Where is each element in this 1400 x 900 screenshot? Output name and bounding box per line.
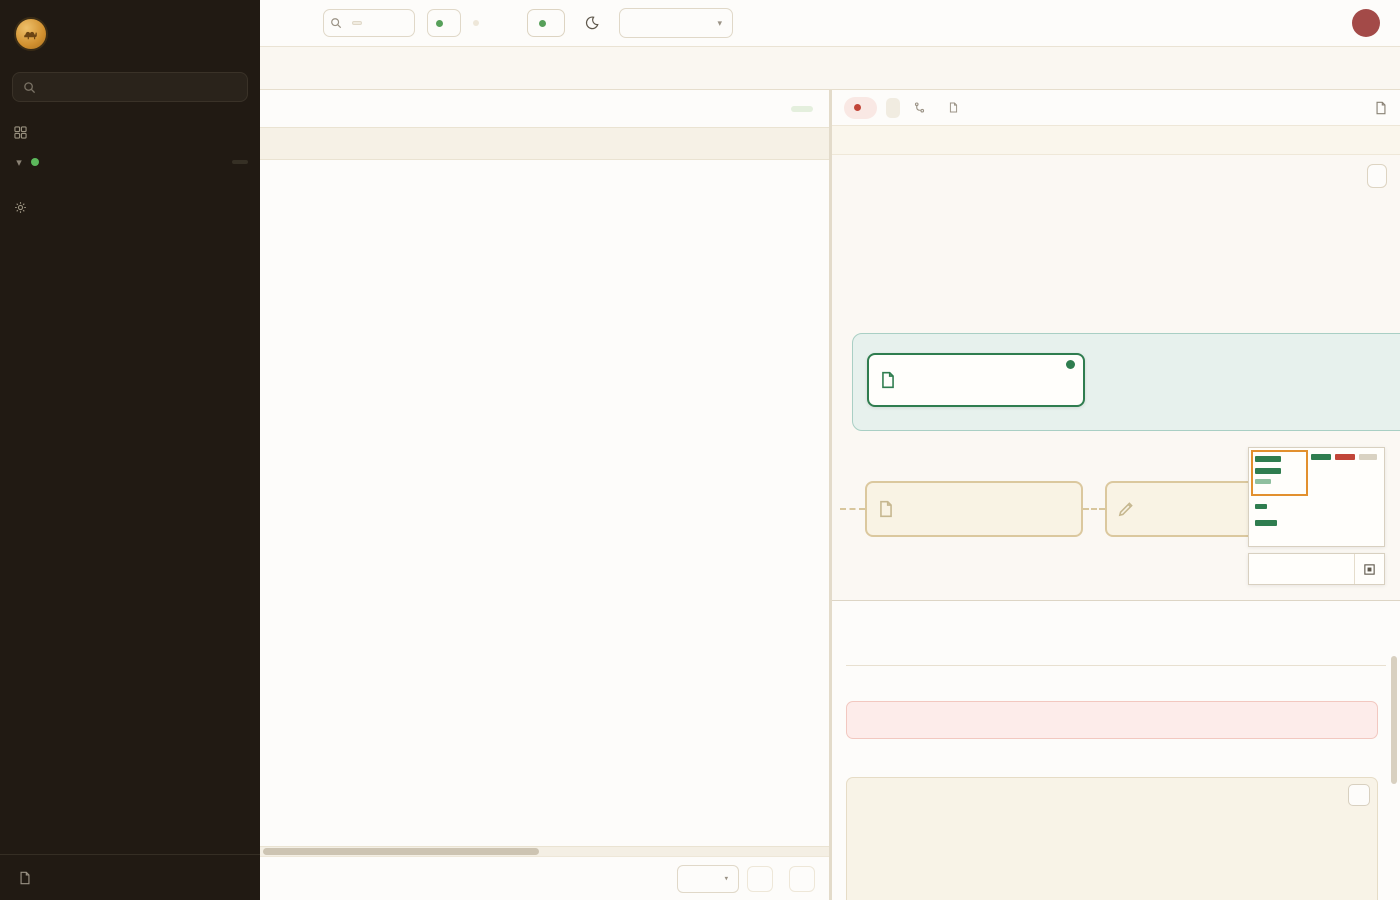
zoom-level — [1279, 554, 1324, 584]
sidebar-app-sample-app[interactable]: ▾ — [0, 147, 260, 177]
gear-icon — [14, 201, 27, 214]
horizontal-scrollbar-thumb[interactable] — [263, 848, 539, 855]
chevron-down-icon: ▾ — [14, 156, 24, 169]
prev-page-button[interactable] — [747, 866, 773, 892]
table-footer: ▾ — [260, 856, 829, 900]
app-status-dot — [31, 158, 39, 166]
time-range-group — [473, 20, 479, 26]
flow-node-log-exception[interactable] — [865, 481, 1083, 537]
exchange-id[interactable] — [943, 102, 959, 113]
table-column-headers — [260, 127, 829, 160]
copy-icon — [948, 102, 959, 113]
moon-icon — [584, 15, 600, 31]
dashed-connector — [1083, 508, 1105, 510]
manual-mode-button[interactable] — [527, 9, 565, 37]
status-badge — [844, 97, 877, 119]
admin-section-header — [14, 201, 246, 214]
applications-section-header — [14, 126, 246, 139]
rows-per-page-select[interactable]: ▾ — [677, 865, 739, 893]
auto-refresh-badge[interactable] — [791, 106, 813, 112]
minimap-bar — [1335, 454, 1355, 460]
route-name[interactable] — [909, 102, 925, 113]
route-fork-icon — [914, 102, 925, 113]
download-json-button[interactable] — [1367, 164, 1387, 188]
search-input[interactable] — [323, 9, 415, 37]
exchange-details — [832, 600, 1400, 900]
chevron-down-icon: ▾ — [717, 18, 722, 29]
main-tabbar — [260, 47, 1400, 90]
sidebar-filter-input[interactable] — [12, 72, 248, 102]
log-icon — [879, 371, 897, 389]
environment-select[interactable]: ▾ — [619, 8, 733, 38]
count-badge — [232, 160, 248, 164]
route-canvas[interactable] — [832, 155, 1400, 600]
dark-mode-toggle[interactable] — [577, 8, 607, 38]
fit-screen-icon — [1363, 563, 1376, 576]
correlated-bar — [832, 126, 1400, 155]
live-status-dot — [436, 20, 443, 27]
flow-node-log-completion[interactable] — [867, 353, 1085, 407]
document-icon — [18, 871, 32, 885]
log-icon — [877, 500, 895, 518]
zoom-in-button[interactable] — [1249, 554, 1279, 584]
zoom-out-button[interactable] — [1324, 554, 1354, 584]
search-icon — [330, 17, 342, 29]
node-status-dot — [1066, 360, 1075, 369]
on-completion-region — [852, 333, 1400, 431]
app-chip[interactable] — [886, 98, 900, 118]
exchange-detail-header — [832, 90, 1400, 126]
zoom-controls — [1248, 553, 1385, 585]
stack-trace-block[interactable] — [846, 777, 1378, 900]
live-toggle[interactable] — [427, 9, 461, 37]
manual-status-dot — [539, 20, 546, 27]
minimap[interactable] — [1248, 447, 1385, 547]
minimap-bar — [1255, 520, 1277, 526]
horizontal-scrollbar — [260, 846, 829, 856]
error-message-box — [846, 701, 1378, 739]
next-page-button[interactable] — [789, 866, 815, 892]
exchanges-panel: ▾ — [260, 90, 832, 900]
minimap-bar — [1311, 454, 1331, 460]
app-root: ▾ — [0, 0, 1400, 900]
grid-icon — [14, 126, 27, 139]
user-avatar[interactable] — [1352, 9, 1380, 37]
search-icon — [23, 81, 36, 94]
detail-tabs — [846, 639, 1386, 666]
chevron-down-icon: ▾ — [724, 874, 729, 884]
dashed-connector — [840, 508, 865, 510]
exchanges-table-body — [260, 160, 829, 846]
topbar: ▾ — [260, 0, 1400, 47]
sidebar: ▾ — [0, 0, 260, 900]
camel-logo-icon[interactable] — [14, 17, 48, 51]
pencil-icon — [1117, 500, 1135, 518]
minimap-viewport[interactable] — [1251, 450, 1308, 496]
detail-panel — [832, 90, 1400, 900]
api-docs-link[interactable] — [0, 854, 260, 900]
minimap-bar — [1255, 504, 1267, 509]
sidebar-header — [0, 0, 260, 56]
copy-button[interactable] — [1348, 784, 1370, 806]
search-shortcut — [352, 21, 362, 25]
minimap-bar — [1359, 454, 1377, 460]
vertical-scrollbar-thumb[interactable] — [1391, 656, 1397, 784]
fit-view-button[interactable] — [1354, 554, 1384, 584]
document-icon[interactable] — [1374, 101, 1388, 115]
content: ▾ — [260, 90, 1400, 900]
error-dot — [854, 104, 861, 111]
exchanges-header — [260, 90, 829, 127]
